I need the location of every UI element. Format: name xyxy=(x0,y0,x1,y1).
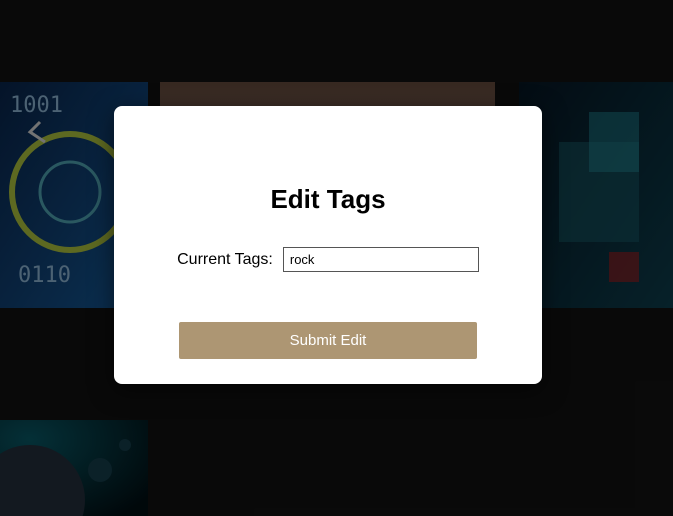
tags-input[interactable] xyxy=(283,247,479,272)
tags-label: Current Tags: xyxy=(177,251,273,269)
edit-tags-modal: Edit Tags Current Tags: Submit Edit xyxy=(114,106,542,384)
tags-form-row: Current Tags: xyxy=(114,247,542,272)
modal-title: Edit Tags xyxy=(114,184,542,215)
submit-edit-button[interactable]: Submit Edit xyxy=(179,322,477,359)
